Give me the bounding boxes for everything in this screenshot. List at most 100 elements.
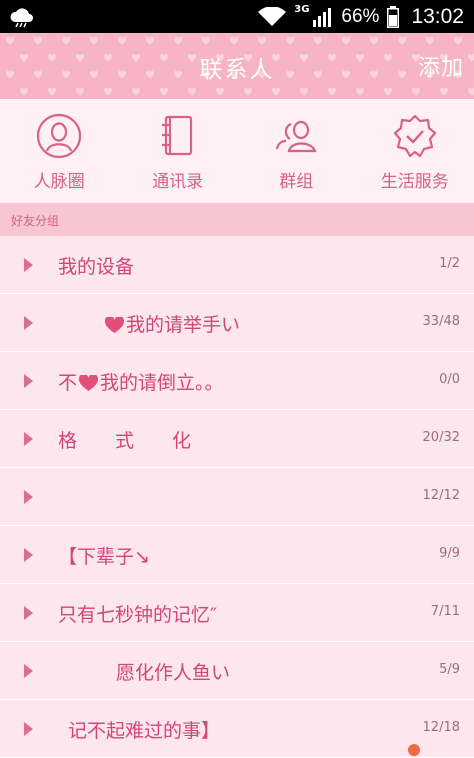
list-item[interactable]: 我的请举手い 33/48 <box>0 294 474 352</box>
group-name: 我的设备 <box>58 256 135 278</box>
heart-pattern-icon <box>174 36 182 45</box>
heart-pattern-icon <box>104 87 112 96</box>
heart-pattern-icon <box>272 87 280 96</box>
group-count: 12/12 <box>422 488 460 503</box>
list-item[interactable]: 愿化作人鱼い 5/9 <box>0 642 474 700</box>
list-item[interactable]: 【下辈子↘ 9/9 <box>0 526 474 584</box>
status-bar: 3G 66% 13:02 <box>0 0 474 33</box>
heart-pattern-icon <box>370 36 378 45</box>
heart-pattern-icon <box>398 36 406 45</box>
tab-label: 人脉圈 <box>33 172 85 192</box>
group-count: 12/18 <box>422 720 460 735</box>
tab-address-book[interactable]: 通讯录 <box>119 99 238 203</box>
group-name-prefix: 不 <box>58 372 78 394</box>
group-name: 格 式 化 <box>58 430 192 452</box>
list-item[interactable]: 我的设备 1/2 <box>0 236 474 294</box>
heart-pattern-icon <box>314 36 322 45</box>
heart-pattern-icon <box>356 87 364 96</box>
heart-pattern-icon <box>258 36 266 45</box>
tab-label: 群组 <box>279 172 314 192</box>
battery-percent: 66% <box>341 5 380 27</box>
heart-pattern-icon <box>76 87 84 96</box>
tab-contacts-circle[interactable]: 人脉圈 <box>0 99 119 203</box>
section-title: 好友分组 <box>11 214 60 228</box>
network-type-label: 3G <box>294 4 310 15</box>
expand-arrow-icon <box>24 606 33 620</box>
group-name: 不我的请倒立。。 <box>58 368 224 395</box>
add-button[interactable]: 添加 <box>418 50 464 82</box>
group-count: 1/2 <box>439 256 460 271</box>
heart-pattern-icon <box>34 36 42 45</box>
list-item[interactable]: 不我的请倒立。。 0/0 <box>0 352 474 410</box>
heart-pattern-icon <box>202 36 210 45</box>
expand-arrow-icon <box>24 316 33 330</box>
heart-pattern-icon <box>216 87 224 96</box>
signal-icon <box>313 7 333 27</box>
group-name: 我的请举手い <box>103 310 240 337</box>
page-title: 联系人 <box>199 57 275 83</box>
wifi-icon <box>258 6 287 27</box>
heart-pattern-icon <box>146 36 154 45</box>
tab-groups[interactable]: 群组 <box>237 99 356 203</box>
address-book-icon <box>161 115 192 156</box>
group-count: 5/9 <box>439 662 460 677</box>
expand-arrow-icon <box>24 548 33 562</box>
list-item[interactable]: 记不起难过的事】 12/18 <box>0 700 474 758</box>
list-item[interactable]: 只有七秒钟的记忆″ 7/11 <box>0 584 474 642</box>
group-list: 我的设备 1/2 我的请举手い 33/48 不我的请倒立。。 0/0 格 式 化… <box>0 236 474 758</box>
expand-arrow-icon <box>24 664 33 678</box>
heart-pattern-icon <box>48 87 56 96</box>
heart-pattern-icon <box>62 36 70 45</box>
expand-arrow-icon <box>24 374 33 388</box>
heart-pattern-icon <box>230 36 238 45</box>
group-name-suffix: 我的请举手い <box>126 314 241 336</box>
heart-pattern-icon <box>300 87 308 96</box>
heart-pattern-icon <box>384 87 392 96</box>
heart-pattern-icon <box>286 36 294 45</box>
group-count: 0/0 <box>439 372 460 387</box>
heart-pattern-icon <box>90 36 98 45</box>
heart-pattern-icon <box>426 36 434 45</box>
heart-pattern-icon <box>132 87 140 96</box>
heart-pattern-icon <box>188 87 196 96</box>
tab-bar: 人脉圈 通讯录 群组 生活服务 <box>0 99 474 203</box>
heart-pattern-icon <box>342 36 350 45</box>
group-count: 9/9 <box>439 546 460 561</box>
list-item[interactable]: 12/12 <box>0 468 474 526</box>
list-item[interactable]: 格 式 化 20/32 <box>0 410 474 468</box>
badge-check-icon <box>393 114 436 158</box>
heart-pattern-icon <box>118 36 126 45</box>
heart-pattern-icon <box>6 36 14 45</box>
group-count: 7/11 <box>430 604 460 619</box>
heart-icon <box>105 317 124 334</box>
heart-pattern-icon <box>454 36 462 45</box>
person-circle-icon <box>37 113 82 159</box>
heart-pattern-icon <box>20 87 28 96</box>
cloud-icon <box>10 8 33 28</box>
heart-pattern-icon <box>244 87 252 96</box>
tab-life-services[interactable]: 生活服务 <box>356 99 474 203</box>
group-name: 愿化作人鱼い <box>116 662 231 684</box>
group-name-suffix: 我的请倒立。。 <box>100 372 224 394</box>
expand-arrow-icon <box>24 258 33 272</box>
group-name: 只有七秒钟的记忆″ <box>58 604 218 626</box>
group-name: 记不起难过的事】 <box>68 720 221 742</box>
tab-label: 通讯录 <box>152 172 204 192</box>
heart-pattern-icon <box>412 87 420 96</box>
heart-icon <box>79 375 98 392</box>
heart-pattern-icon <box>328 87 336 96</box>
expand-arrow-icon <box>24 490 33 504</box>
battery-icon <box>387 5 400 28</box>
expand-arrow-icon <box>24 722 33 736</box>
clock: 13:02 <box>411 4 464 28</box>
notification-dot <box>408 744 420 756</box>
heart-pattern-icon <box>468 87 474 96</box>
group-name: 【下辈子↘ <box>58 546 150 568</box>
section-header: 好友分组 <box>0 203 474 236</box>
expand-arrow-icon <box>24 432 33 446</box>
group-icon <box>276 120 317 153</box>
title-bar: 联系人 添加 <box>0 33 474 99</box>
group-count: 33/48 <box>422 314 460 329</box>
heart-pattern-icon <box>160 87 168 96</box>
heart-pattern-icon <box>440 87 448 96</box>
